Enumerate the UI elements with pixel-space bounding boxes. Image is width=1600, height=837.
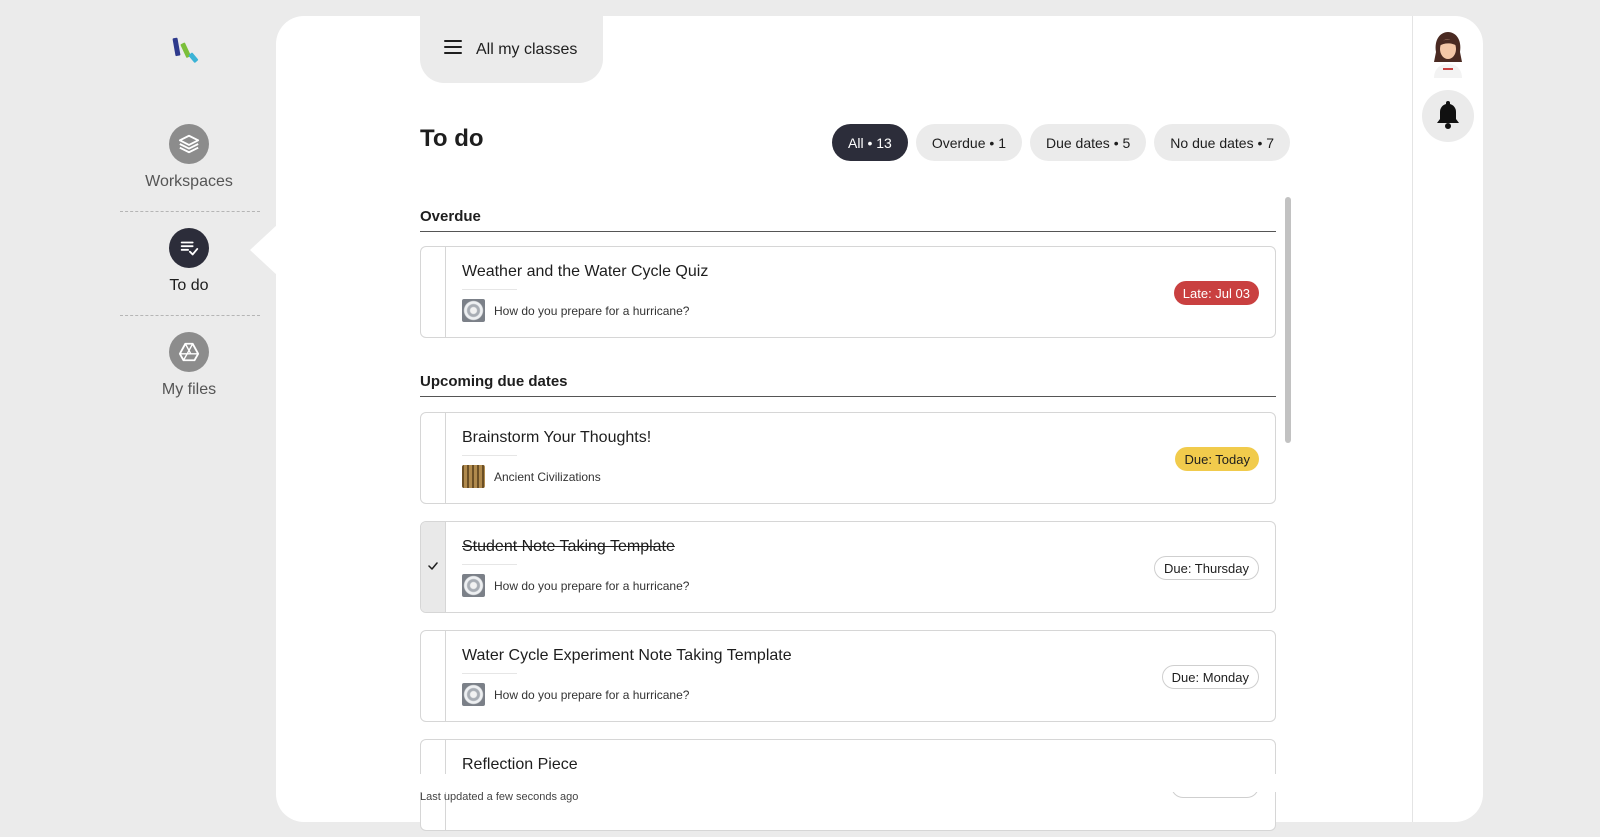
active-nav-pointer xyxy=(250,224,278,276)
nav-my-files[interactable]: My files xyxy=(118,332,260,399)
todo-card[interactable]: Weather and the Water Cycle Quiz How do … xyxy=(420,246,1276,338)
completion-toggle[interactable] xyxy=(421,413,446,503)
status-badge: Late: Jul 03 xyxy=(1173,281,1259,305)
filter-chips: All • 13 Overdue • 1 Due dates • 5 No du… xyxy=(832,124,1291,161)
bell-icon xyxy=(1435,99,1461,134)
section-heading-overdue: Overdue xyxy=(420,208,1276,232)
class-name: How do you prepare for a hurricane? xyxy=(494,304,690,318)
completion-toggle[interactable] xyxy=(421,247,446,337)
title-divider xyxy=(462,455,517,456)
class-name: How do you prepare for a hurricane? xyxy=(494,579,690,593)
last-updated-text: Last updated a few seconds ago xyxy=(420,791,579,803)
hurricane-thumbnail xyxy=(462,299,485,322)
menu-icon xyxy=(444,40,462,59)
assignment-title: Brainstorm Your Thoughts! xyxy=(462,429,652,446)
class-selector[interactable]: All my classes xyxy=(420,16,603,83)
layers-icon xyxy=(169,124,209,164)
title-divider xyxy=(462,564,517,565)
class-name: Ancient Civilizations xyxy=(494,470,601,484)
user-avatar[interactable] xyxy=(1428,28,1468,78)
filter-due-dates[interactable]: Due dates • 5 xyxy=(1029,124,1147,161)
assignment-title: Student Note Taking Template xyxy=(462,538,675,555)
todo-card[interactable]: Brainstorm Your Thoughts! Ancient Civili… xyxy=(420,412,1276,504)
app-logo[interactable] xyxy=(172,36,206,70)
nav-label: My files xyxy=(161,381,217,398)
class-selector-label: All my classes xyxy=(476,40,578,58)
checkmark-icon xyxy=(428,560,438,574)
todo-card[interactable]: Student Note Taking Template How do you … xyxy=(420,521,1276,613)
nav-label: Workspaces xyxy=(145,173,233,190)
nav-divider xyxy=(120,211,260,212)
filter-all[interactable]: All • 13 xyxy=(832,124,908,161)
drive-icon xyxy=(169,332,209,372)
filter-no-due-dates[interactable]: No due dates • 7 xyxy=(1154,124,1291,161)
class-name: How do you prepare for a hurricane? xyxy=(494,688,690,702)
status-badge: Due: Thursday xyxy=(1153,556,1259,580)
right-rail-divider xyxy=(1412,16,1413,822)
nav-workspaces[interactable]: Workspaces xyxy=(118,124,260,191)
assignment-title: Weather and the Water Cycle Quiz xyxy=(462,263,709,280)
filter-overdue[interactable]: Overdue • 1 xyxy=(915,124,1022,161)
list-fade-edge xyxy=(420,774,1280,792)
hurricane-thumbnail xyxy=(462,574,485,597)
notifications-button[interactable] xyxy=(1422,90,1474,142)
colosseum-thumbnail xyxy=(462,465,485,488)
completion-toggle[interactable] xyxy=(421,631,446,721)
nav-divider xyxy=(120,315,260,316)
completion-toggle[interactable] xyxy=(421,522,446,612)
section-heading-upcoming: Upcoming due dates xyxy=(420,373,1276,397)
list-scrollbar[interactable] xyxy=(1285,197,1291,443)
hurricane-thumbnail xyxy=(462,683,485,706)
assignment-title: Water Cycle Experiment Note Taking Templ… xyxy=(462,647,792,664)
checklist-icon xyxy=(169,228,209,268)
todo-card[interactable]: Water Cycle Experiment Note Taking Templ… xyxy=(420,630,1276,722)
assignment-title: Reflection Piece xyxy=(462,756,578,773)
nav-label: To do xyxy=(169,277,209,294)
title-divider xyxy=(462,289,517,290)
status-badge: Due: Monday xyxy=(1161,665,1259,689)
page-title: To do xyxy=(420,125,484,152)
title-divider xyxy=(462,673,517,674)
nav-todo[interactable]: To do xyxy=(118,228,260,295)
status-badge: Due: Today xyxy=(1175,447,1259,471)
